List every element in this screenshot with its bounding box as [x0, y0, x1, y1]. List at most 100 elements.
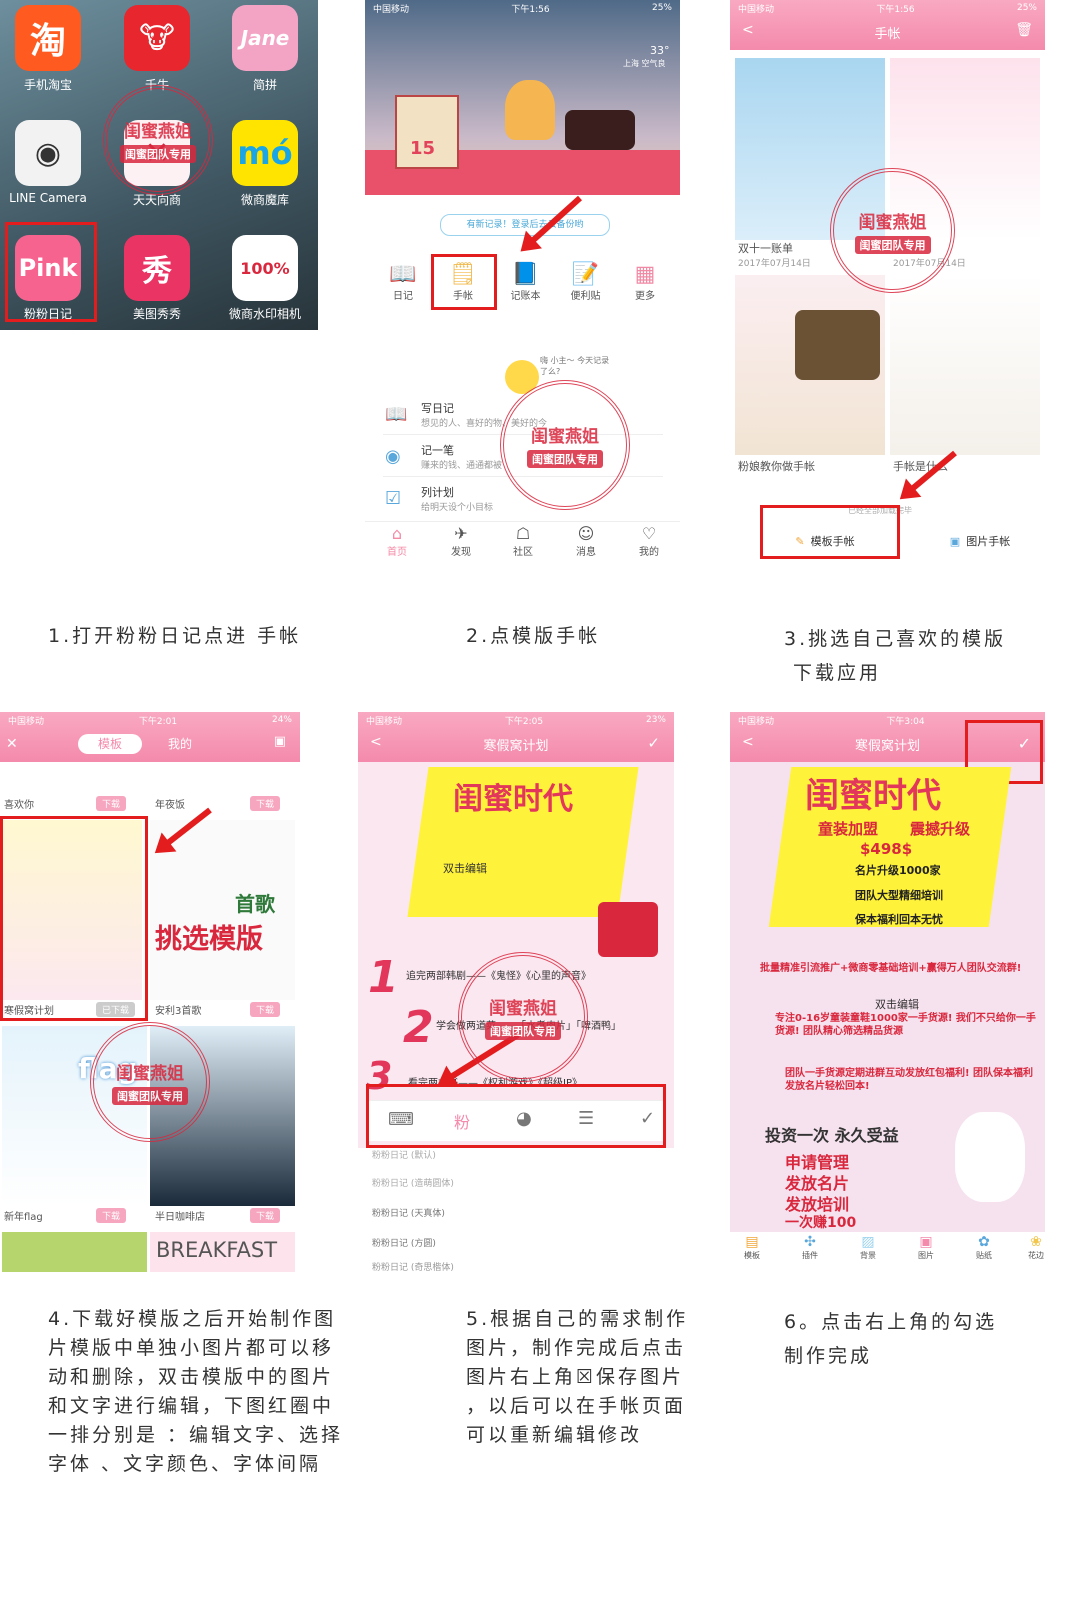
tab-bar: ⌂ 首页 ✈ 发现 ☖ 社区 ☺ 消息 ♡ 我的 [365, 521, 680, 560]
menu-account-book[interactable]: 📘 记账本 [503, 262, 548, 302]
app-label-taobao: 手机淘宝 [23, 78, 72, 92]
tab-mine[interactable]: ♡ 我的 [631, 524, 667, 558]
menu-more[interactable]: ▦ 更多 [625, 262, 665, 302]
edit-icon[interactable]: ▣ [274, 734, 286, 749]
template-name: 喜欢你 [4, 800, 34, 811]
photo-handbook-button[interactable]: ▣ 图片手帐 [925, 528, 1035, 554]
highlight-edit-toolbar [366, 1084, 666, 1148]
taobao-app-icon[interactable]: 淘 [15, 5, 81, 71]
edit-hint: 双击编辑 [443, 862, 487, 875]
checklist-icon: ☑ [385, 488, 402, 509]
list-item: 一次赚100 [785, 1215, 857, 1231]
card-title: 双十一账单 [738, 242, 793, 255]
tab-mine[interactable]: 我的 [160, 734, 200, 754]
app-label-line-camera: LINE Camera [9, 191, 87, 205]
status-bar: 中国移动 下午1:56 25% [738, 3, 1037, 15]
watermark-seal-3: 闺蜜燕姐 闺蜜团队专用 [830, 168, 955, 293]
font-option[interactable]: 粉粉日记 (默认) [372, 1148, 436, 1161]
heading: 闺蜜时代 [453, 782, 573, 817]
number-1: 1 [368, 952, 399, 1003]
coin-icon: ◉ [385, 446, 401, 467]
watermark-seal-2: 闺蜜燕姐 闺蜜团队专用 [500, 380, 630, 510]
close-icon[interactable]: ✕ [6, 736, 18, 752]
panel-template-editor: 寒假窝计划 中国移动 下午2:05 23% < ✓ 闺蜜时代 双击编辑 1 追完两部… [358, 712, 674, 1272]
card-date: 2017年07月14日 [738, 259, 811, 269]
download-button[interactable]: 下载 [250, 1002, 281, 1017]
step-1-caption: 1.打开粉粉日记点进 手帐 [48, 625, 302, 647]
trash-icon[interactable]: 🗑 [1015, 22, 1033, 38]
step-2-caption: 2.点模版手帐 [466, 625, 601, 647]
font-option[interactable]: 粉粉日记 (天真体) [372, 1206, 445, 1219]
app-label-watermark: 微商水印相机 [228, 307, 301, 321]
bullet: 名片升级1000家 [855, 864, 941, 877]
menu-diary[interactable]: 📖 日记 [383, 262, 423, 302]
watermark-camera-app-icon[interactable]: 100% [232, 235, 298, 301]
back-icon[interactable]: < [370, 734, 382, 750]
highlight-pink-diary [5, 222, 97, 322]
breakfast-text: BREAKFAST [156, 1238, 278, 1262]
template-name: 半日咖啡店 [155, 1212, 205, 1223]
template-card[interactable] [2, 1232, 147, 1272]
app-label-moku: 微商魔库 [240, 193, 289, 207]
meitu-app-icon[interactable]: 秀 [124, 235, 190, 301]
tab-background[interactable]: ▨ 背景 [850, 1234, 886, 1261]
tab-template[interactable]: ▤ 模板 [734, 1234, 770, 1261]
font-option[interactable]: 粉粉日记 (方圆) [372, 1236, 436, 1249]
bullet: 保本福利回本无忧 [855, 913, 943, 926]
weishang-moku-app-icon[interactable]: mó [232, 120, 298, 186]
app-label-jianpin: 简拼 [252, 78, 277, 92]
menu-sticky-note[interactable]: 📝 便利贴 [563, 262, 608, 302]
font-option[interactable]: 粉粉日记 (造萌圆体) [372, 1176, 454, 1189]
watermark-seal-5: 闺蜜燕姐 闺蜜团队专用 [458, 952, 588, 1082]
subheading-right: 震撼升级 [910, 820, 971, 838]
edit-hint: 双击编辑 [875, 998, 919, 1011]
tab-community[interactable]: ☖ 社区 [505, 524, 541, 558]
heading: 闺蜜时代 [805, 776, 941, 816]
panel-pink-diary-home: 中国移动 下午1:56 25% 33° 上海 空气良 15 有新记录！登录后去云备份… [365, 0, 680, 560]
weather-temp: 33° [650, 44, 670, 57]
tab-template[interactable]: 模板 [78, 734, 142, 754]
status-bar: 中国移动 下午2:05 23% [366, 715, 666, 727]
tab-sticker[interactable]: ✿ 贴纸 [966, 1234, 1002, 1261]
weather-city: 上海 空气良 [623, 59, 666, 68]
confirm-check-icon[interactable]: ✓ [647, 734, 660, 752]
page-title: 寒假窝计划 [483, 738, 549, 754]
status-bar: 中国移动 下午1:56 25% [373, 3, 672, 15]
calendar-day: 15 [410, 138, 436, 159]
template-name: 新年flag [4, 1212, 43, 1223]
template-name: 安利3首歌 [155, 1006, 202, 1017]
panel-home-screen: 淘 🐮 Jane 手机淘宝 千牛 简拼 ◉ ✕ mó LINE Camera 天… [0, 0, 318, 330]
book-icon: 📖 [385, 404, 408, 425]
back-icon[interactable]: < [742, 734, 754, 750]
highlight-handbook [431, 254, 497, 310]
back-icon[interactable]: < [742, 22, 754, 38]
download-button[interactable]: 下载 [96, 796, 127, 811]
bottom-toolbar: ▤ 模板 ✣ 插件 ▨ 背景 ▣ 图片 ✿ 贴纸 ❀ 花边 [730, 1232, 1045, 1272]
tab-border[interactable]: ❀ 花边 [1018, 1234, 1045, 1261]
overlay-title: 挑选模版 [155, 924, 263, 955]
font-list: 粉粉日记 (默认) 粉粉日记 (造萌圆体) 粉粉日记 (天真体) 粉粉日记 (方… [358, 1148, 674, 1272]
body-line: 团队一手货源定期进群互动发放红包福利! 团队保本福利发放名片轻松回本! [785, 1068, 1034, 1092]
tab-plugin[interactable]: ✣ 插件 [792, 1234, 828, 1261]
tab-image[interactable]: ▣ 图片 [908, 1234, 944, 1261]
tab-home[interactable]: ⌂ 首页 [379, 524, 415, 558]
font-option[interactable]: 粉粉日记 (奇思楷体) [372, 1260, 454, 1272]
download-button[interactable]: 下载 [96, 1208, 127, 1223]
tab-messages[interactable]: ☺ 消息 [568, 524, 604, 558]
highlight-selected-template [0, 816, 148, 1021]
handbook-card[interactable] [890, 275, 1040, 455]
overlay-small-text: 首歌 [235, 892, 275, 916]
line-camera-app-icon[interactable]: ◉ [15, 120, 81, 186]
qianniu-app-icon[interactable]: 🐮 [124, 5, 190, 71]
download-button[interactable]: 下载 [250, 1208, 281, 1223]
panel-handbook-list: 手帐 中国移动 下午1:56 25% < 🗑 双十一账单 2017年07月14日 2… [730, 0, 1045, 560]
tab-discover[interactable]: ✈ 发现 [443, 524, 479, 558]
status-bar: 中国移动 下午2:01 24% [8, 715, 292, 727]
download-button[interactable]: 下载 [250, 796, 281, 811]
subheading-left: 童装加盟 [818, 820, 879, 838]
number-2: 2 [403, 1002, 434, 1053]
page-title: 寒假窝计划 [854, 738, 920, 754]
jianpin-app-icon[interactable]: Jane [232, 5, 298, 71]
card-title: 粉娘教你做手帐 [738, 460, 815, 473]
bullet: 团队大型精细培训 [855, 889, 943, 902]
